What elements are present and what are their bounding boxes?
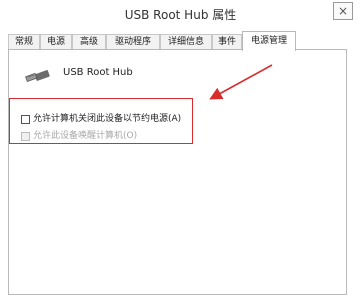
usb-connector-icon — [23, 67, 51, 83]
tab-details[interactable]: 详细信息 — [160, 34, 212, 50]
window-title: USB Root Hub 属性 — [124, 8, 237, 22]
device-name: USB Root Hub — [63, 67, 133, 78]
tab-driver[interactable]: 驱动程序 — [106, 34, 160, 50]
power-management-panel: USB Root Hub 允许计算机关闭此设备以节约电源(A) 允许此设备唤醒计… — [8, 49, 347, 295]
tab-general[interactable]: 常规 — [8, 34, 40, 50]
title-bar: USB Root Hub 属性 × — [0, 0, 361, 28]
tab-strip: 常规 电源 高级 驱动程序 详细信息 事件 电源管理 — [8, 31, 354, 51]
tab-power-management[interactable]: 电源管理 — [242, 31, 296, 51]
properties-dialog: USB Root Hub 属性 × 常规 电源 高级 驱动程序 详细信息 事件 … — [0, 0, 361, 304]
tab-events[interactable]: 事件 — [212, 34, 242, 50]
close-icon: × — [337, 4, 349, 18]
tab-power[interactable]: 电源 — [40, 34, 72, 50]
tab-advanced[interactable]: 高级 — [72, 34, 106, 50]
highlight-box — [9, 98, 193, 144]
close-button[interactable]: × — [333, 2, 353, 20]
